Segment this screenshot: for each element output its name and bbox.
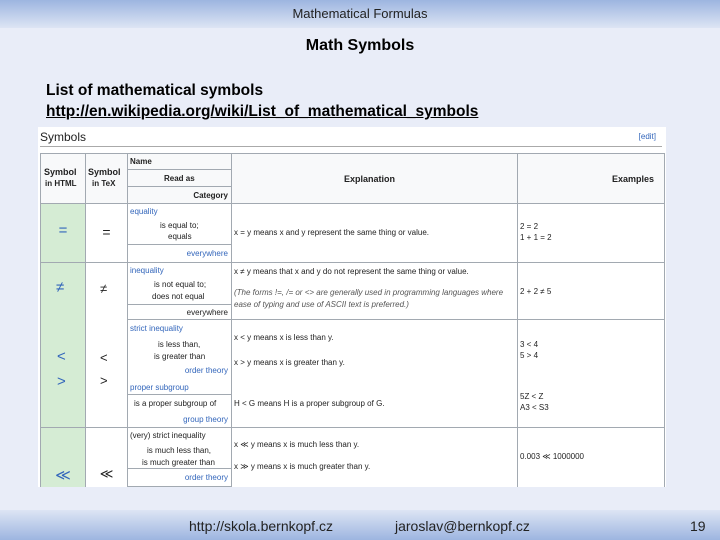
- header-category: Category: [127, 186, 232, 204]
- header-text: Examples: [611, 174, 654, 184]
- name-cell: inequality is not equal to; does not equ…: [127, 262, 232, 305]
- explanation-note: (The forms !=, /= or <> are generally us…: [234, 288, 504, 297]
- symbol-tex: =: [85, 203, 128, 263]
- example: 5Z < Z: [520, 392, 544, 401]
- header-text: in TeX: [92, 179, 116, 188]
- name-cell: is a proper subgroup of group theory: [127, 394, 232, 428]
- slide-header: Mathematical Formulas: [0, 0, 720, 28]
- read-as: equals: [168, 232, 192, 241]
- header-examples: Examples: [517, 153, 665, 204]
- category: group theory: [183, 415, 228, 424]
- name-cell: equality is equal to; equals: [127, 203, 232, 245]
- symbol-html: >: [57, 373, 66, 390]
- symbol-name: proper subgroup: [130, 383, 189, 392]
- header-text: in HTML: [45, 179, 77, 188]
- header-symbol-html: Symbol in HTML: [40, 153, 86, 204]
- example: 2 = 2: [520, 222, 539, 231]
- read-as: is equal to;: [160, 221, 199, 230]
- example: 0.003 ≪ 1000000: [520, 452, 584, 461]
- examples-cell: 0.003 ≪ 1000000: [517, 427, 665, 487]
- header-text: Name: [130, 157, 152, 166]
- read-as: is not equal to;: [154, 280, 207, 289]
- page-number: 19: [690, 518, 706, 534]
- symbol-html: <: [57, 348, 66, 365]
- header-symbol-tex: Symbol in TeX: [85, 153, 128, 204]
- examples-cell: 2 = 2 1 + 1 = 2: [517, 203, 665, 263]
- divider: [40, 146, 662, 147]
- header-explanation: Explanation: [231, 153, 518, 204]
- symbol-name: equality: [130, 207, 158, 216]
- header-text: Explanation: [344, 174, 396, 184]
- slide-footer: http://skola.bernkopf.cz jaroslav@bernko…: [0, 510, 720, 540]
- examples-cell: 3 < 4 5 > 4 5Z < Z A3 < S3: [517, 319, 665, 428]
- symbol-tex: ≪: [85, 427, 128, 487]
- edit-link[interactable]: [edit]: [639, 132, 656, 141]
- example: A3 < S3: [520, 403, 549, 412]
- header-text: Read as: [164, 174, 195, 183]
- example: 5 > 4: [520, 351, 539, 360]
- header-text: Symbol: [88, 167, 121, 177]
- example: 3 < 4: [520, 340, 539, 349]
- slide-subtitle: List of mathematical symbols: [46, 82, 264, 99]
- symbol-tex: <: [100, 350, 108, 365]
- explanation: x ≪ y means x is much less than y.: [234, 440, 360, 449]
- explanation: x < y means x is less than y.: [234, 333, 334, 342]
- category: order theory: [127, 468, 232, 487]
- section-heading: Symbols: [40, 130, 87, 144]
- footer-email: jaroslav@bernkopf.cz: [395, 518, 530, 534]
- examples-cell: 2 + 2 ≠ 5: [517, 262, 665, 320]
- example: 2 + 2 ≠ 5: [520, 287, 552, 296]
- read-as: is greater than: [154, 352, 206, 361]
- symbol-tex: ≠: [100, 281, 108, 296]
- name-cell: strict inequality is less than, is great…: [127, 319, 232, 395]
- symbol-cell: ≠ < >: [40, 262, 86, 428]
- explanation-note: ease of typing and use of ASCII text is …: [234, 300, 409, 309]
- category: order theory: [184, 366, 228, 375]
- example: 1 + 1 = 2: [520, 233, 552, 242]
- symbol-html: ≠: [56, 279, 65, 296]
- symbol-html: =: [40, 203, 86, 263]
- explanation: H < G means H is a proper subgroup of G.: [234, 399, 385, 408]
- explanation: x > y means x is greater than y.: [234, 358, 345, 367]
- explanation-cell: x ≠ y means that x and y do not represen…: [231, 262, 518, 320]
- read-as: is much less than,: [147, 446, 212, 455]
- symbol-html: ≪: [40, 427, 86, 487]
- explanation-cell: x = y means x and y represent the same t…: [231, 203, 518, 263]
- explanation: x ≠ y means that x and y do not represen…: [234, 267, 469, 276]
- explanation: x = y means x and y represent the same t…: [234, 228, 429, 237]
- header-text: Symbol: [44, 167, 77, 177]
- slide-title: Math Symbols: [305, 37, 415, 54]
- explanation: x ≫ y means x is much greater than y.: [234, 462, 371, 471]
- read-as: does not equal: [152, 292, 205, 301]
- header-read-as: Read as: [127, 169, 232, 187]
- wikipedia-screenshot: Symbols [edit] Symbol in HTML Symbol in …: [38, 127, 666, 487]
- category: everywhere: [127, 244, 232, 263]
- explanation-cell: x < y means x is less than y. x > y mean…: [231, 319, 518, 428]
- wikipedia-link[interactable]: http://en.wikipedia.org/wiki/List_of_mat…: [46, 103, 478, 121]
- read-as: is a proper subgroup of: [134, 399, 217, 408]
- read-as: is less than,: [158, 340, 201, 349]
- symbol-name: inequality: [130, 266, 164, 275]
- symbol-tex: >: [100, 373, 108, 388]
- explanation-cell: x ≪ y means x is much less than y. x ≫ y…: [231, 427, 518, 487]
- header-name: Name: [127, 153, 232, 170]
- footer-url: http://skola.bernkopf.cz: [189, 518, 333, 534]
- header-text: Category: [193, 191, 228, 200]
- symbol-name: strict inequality: [130, 324, 183, 333]
- read-as: is much greater than: [142, 458, 215, 467]
- name-cell: (very) strict inequality is much less th…: [127, 427, 232, 469]
- symbol-name: (very) strict inequality: [130, 431, 206, 440]
- symbol-tex-cell: ≠ < >: [85, 262, 128, 428]
- category: everywhere: [127, 304, 232, 320]
